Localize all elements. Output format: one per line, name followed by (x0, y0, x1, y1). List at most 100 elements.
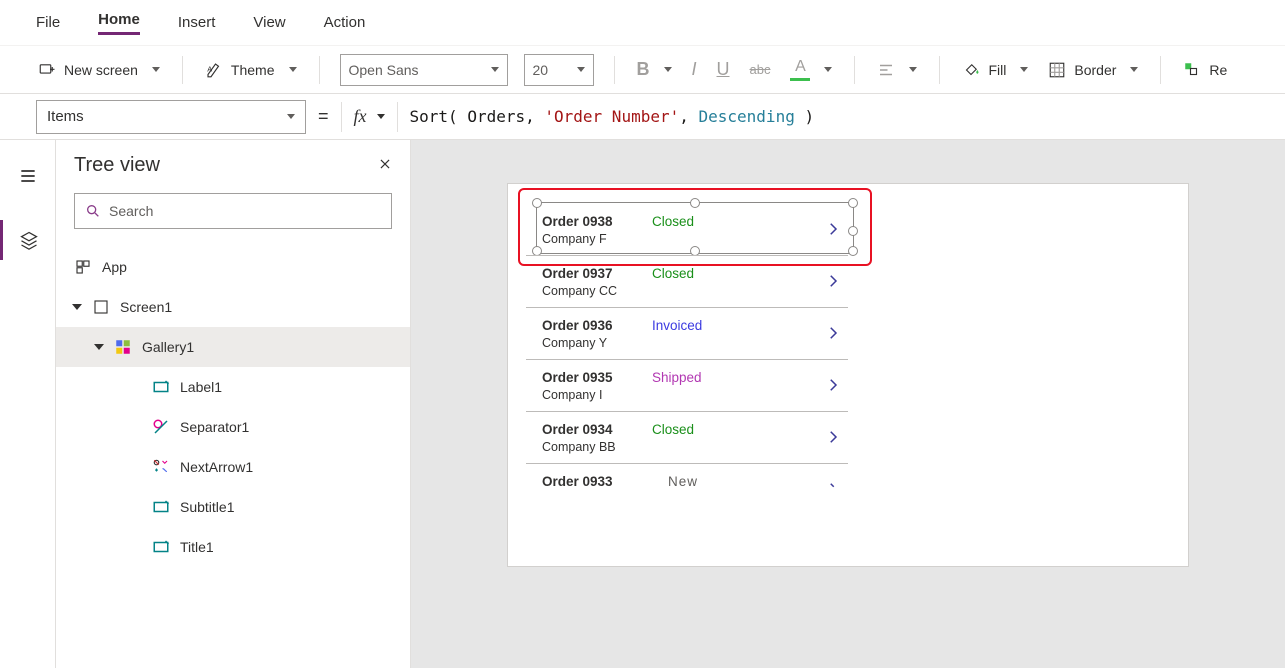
tree-node-gallery1[interactable]: Gallery1 (56, 327, 410, 367)
row-next-arrow[interactable] (824, 376, 842, 397)
align-icon (877, 61, 895, 79)
bold-button[interactable]: B (635, 55, 674, 84)
chevron-right-icon (824, 480, 842, 498)
row-subtitle: Company F (542, 232, 607, 246)
formula-input[interactable]: Sort( Orders, 'Order Number', Descending… (410, 107, 1249, 126)
toolbar-separator (319, 56, 320, 84)
strikethrough-button[interactable]: abc (748, 58, 773, 81)
chevron-down-icon (152, 67, 160, 72)
align-button[interactable] (875, 57, 919, 83)
tree-node-label: App (102, 259, 127, 275)
resize-handle[interactable] (848, 246, 858, 256)
font-size-select[interactable]: 20 (524, 54, 594, 86)
tree-search-input[interactable]: Search (74, 193, 392, 229)
gallery-row[interactable]: Order 0935 Company I Shipped (526, 360, 848, 412)
reorder-label: Re (1209, 62, 1227, 78)
border-button[interactable]: Border (1046, 57, 1140, 83)
underline-button[interactable]: U (715, 55, 732, 84)
toolbar-separator (854, 56, 855, 84)
row-subtitle: Company I (542, 388, 602, 402)
screen-icon (92, 298, 110, 316)
gallery-control[interactable]: Order 0938 Company F Closed Order 0937 C… (526, 194, 848, 516)
close-panel-button[interactable] (378, 157, 392, 174)
theme-button[interactable]: A Theme (203, 57, 299, 83)
tree-node-label: NextArrow1 (180, 459, 253, 475)
rail-tree-view[interactable] (0, 220, 56, 260)
tree-node-label1[interactable]: Label1 (56, 367, 410, 407)
gallery-row[interactable]: Order 0933 New (526, 464, 848, 516)
tree-view-header: Tree view (56, 140, 410, 187)
chevron-down-icon (289, 67, 297, 72)
row-title: Order 0935 (542, 370, 613, 385)
font-color-icon: A (795, 58, 806, 76)
resize-handle[interactable] (848, 226, 858, 236)
row-next-arrow[interactable] (824, 428, 842, 449)
chevron-down-icon (664, 67, 672, 72)
chevron-right-icon (824, 428, 842, 446)
font-family-select[interactable]: Open Sans (340, 54, 508, 86)
app-screen[interactable]: Order 0938 Company F Closed Order 0937 C… (508, 184, 1188, 566)
font-color-swatch (790, 78, 810, 81)
tree-node-label: Subtitle1 (180, 499, 234, 515)
new-screen-button[interactable]: New screen (36, 57, 162, 83)
tree-node-label: Separator1 (180, 419, 249, 435)
fx-button[interactable]: fx (354, 106, 385, 127)
tree-node-separator1[interactable]: Separator1 (56, 407, 410, 447)
font-color-button[interactable]: A (788, 54, 834, 85)
expand-icon[interactable] (72, 304, 82, 310)
home-toolbar: New screen A Theme Open Sans 20 B I U ab… (0, 46, 1285, 94)
row-next-arrow[interactable] (824, 480, 842, 501)
chevron-down-icon (824, 67, 832, 72)
token-pun: , (525, 107, 544, 126)
property-value: Items (47, 108, 84, 125)
toolbar-separator (939, 56, 940, 84)
expand-icon[interactable] (94, 344, 104, 350)
row-next-arrow[interactable] (824, 324, 842, 345)
gallery-icon (114, 338, 132, 356)
tree-node-title1[interactable]: Title1 (56, 527, 410, 567)
label-icon (152, 538, 170, 556)
row-status: Invoiced (652, 318, 702, 333)
gallery-row[interactable]: Order 0938 Company F Closed (526, 204, 848, 256)
tree-node-screen1[interactable]: Screen1 (56, 287, 410, 327)
menu-file[interactable]: File (36, 14, 60, 31)
border-icon (1048, 61, 1066, 79)
chevron-down-icon (577, 67, 585, 72)
row-status: Closed (652, 214, 694, 229)
gallery-row[interactable]: Order 0937 Company CC Closed (526, 256, 848, 308)
menu-insert[interactable]: Insert (178, 14, 216, 31)
formula-bar: Items = fx Sort( Orders, 'Order Number',… (0, 94, 1285, 140)
token-pun: ) (795, 107, 814, 126)
row-next-arrow[interactable] (824, 272, 842, 293)
design-canvas[interactable]: Order 0938 Company F Closed Order 0937 C… (411, 140, 1285, 668)
fill-button[interactable]: Fill (960, 57, 1030, 83)
chevron-right-icon (824, 376, 842, 394)
label-icon (152, 498, 170, 516)
tree-node-nextarrow1[interactable]: NextArrow1 (56, 447, 410, 487)
screen-plus-icon (38, 61, 56, 79)
row-next-arrow[interactable] (824, 220, 842, 241)
toolbar-separator (182, 56, 183, 84)
row-subtitle: Company BB (542, 440, 616, 454)
svg-text:A: A (207, 64, 212, 73)
property-dropdown[interactable]: Items (36, 100, 306, 134)
menu-action[interactable]: Action (324, 14, 366, 31)
rail-hamburger[interactable] (0, 156, 56, 196)
chevron-right-icon (824, 272, 842, 290)
row-status: Shipped (652, 370, 702, 385)
paint-bucket-icon (962, 61, 980, 79)
fx-label: fx (354, 106, 367, 127)
gallery-row[interactable]: Order 0936 Company Y Invoiced (526, 308, 848, 360)
icons-group-icon (152, 458, 170, 476)
reorder-button[interactable]: Re (1181, 57, 1229, 83)
tree-node-app[interactable]: App (56, 247, 410, 287)
search-icon (85, 203, 101, 219)
menu-home[interactable]: Home (98, 11, 140, 35)
tree-node-subtitle1[interactable]: Subtitle1 (56, 487, 410, 527)
gallery-row[interactable]: Order 0934 Company BB Closed (526, 412, 848, 464)
equals-sign: = (318, 106, 329, 127)
menu-view[interactable]: View (253, 14, 285, 31)
tree-node-label: Label1 (180, 379, 222, 395)
italic-button[interactable]: I (690, 55, 699, 84)
resize-handle[interactable] (848, 198, 858, 208)
